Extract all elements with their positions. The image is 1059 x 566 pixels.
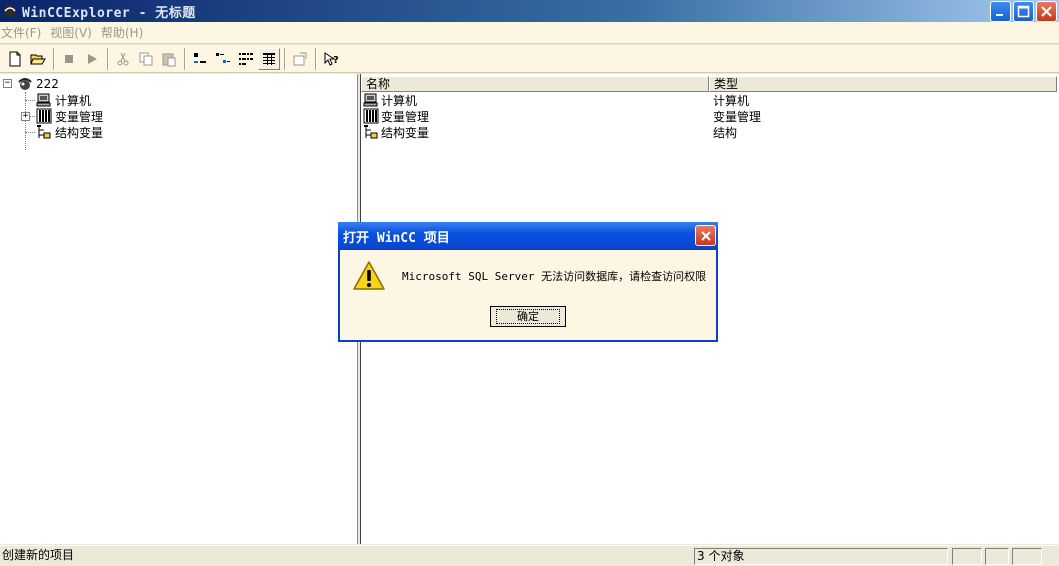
- ok-button-label: 确定: [496, 309, 560, 324]
- window-title: WinCCExplorer - 无标题: [22, 5, 196, 21]
- status-object-count: 3 个对象: [694, 548, 948, 565]
- copy-button[interactable]: [135, 48, 157, 70]
- copy-icon: [139, 52, 153, 65]
- dialog-close-button[interactable]: [695, 225, 716, 246]
- menu-view[interactable]: 视图(V): [49, 24, 100, 41]
- open-button[interactable]: [27, 48, 49, 70]
- minimize-button[interactable]: [990, 1, 1011, 22]
- help-icon: ?: [324, 51, 339, 66]
- tree-node-label: 变量管理: [55, 109, 104, 124]
- menu-file[interactable]: 文件(F): [0, 24, 49, 41]
- toolbar: ?: [0, 45, 1059, 73]
- maximize-button[interactable]: [1013, 1, 1034, 22]
- list-item[interactable]: 结构变量 结构: [363, 124, 1053, 140]
- paste-icon: [162, 53, 176, 66]
- title-bar[interactable]: WinCCExplorer - 无标题: [0, 0, 1059, 22]
- menu-bar: 文件(F) 视图(V) 帮助(H): [0, 22, 1059, 44]
- ok-button[interactable]: 确定: [490, 306, 566, 327]
- tree-line: [25, 100, 35, 101]
- status-message: 创建新的项目: [2, 548, 75, 562]
- help-button[interactable]: ?: [320, 48, 342, 70]
- tree-line: [30, 116, 35, 117]
- dialog-title-bar[interactable]: 打开 WinCC 项目: [338, 222, 718, 250]
- dialog-message: Microsoft SQL Server 无法访问数据库，请检查访问权限: [402, 270, 707, 283]
- minimize-icon: [996, 14, 1003, 16]
- svg-text:?: ?: [333, 55, 339, 66]
- status-panel: [985, 548, 1009, 565]
- tree-line: [25, 132, 35, 133]
- project-globe-icon: [18, 78, 32, 90]
- close-icon: [1041, 6, 1052, 17]
- details-view-button[interactable]: [258, 47, 280, 70]
- tree-node-label: 计算机: [55, 93, 92, 108]
- list-item-name: 计算机: [381, 93, 418, 108]
- toolbar-separator: [315, 47, 317, 70]
- tree-node-project[interactable]: 222: [17, 76, 59, 92]
- cut-icon: [117, 52, 129, 65]
- tree-node-label: 222: [36, 77, 59, 91]
- project-tree[interactable]: − 222 计算机 + 变量管理 结构变量: [0, 74, 358, 544]
- close-icon: [700, 230, 711, 241]
- list-item-name: 变量管理: [381, 109, 430, 124]
- large-icons-button[interactable]: [189, 48, 211, 70]
- tree-node-structure-tags[interactable]: 结构变量: [36, 124, 103, 140]
- list-view-button[interactable]: [235, 48, 257, 70]
- menu-help[interactable]: 帮助(H): [100, 24, 151, 41]
- stop-button[interactable]: [58, 48, 80, 70]
- stop-icon: [65, 54, 73, 63]
- cut-button[interactable]: [112, 48, 134, 70]
- structure-tag-icon: [364, 125, 378, 139]
- list-header: 名称 类型: [361, 76, 1057, 92]
- list-item-name: 结构变量: [381, 125, 430, 140]
- properties-icon: [293, 52, 307, 65]
- list-view-icon: [239, 52, 253, 65]
- close-button[interactable]: [1036, 1, 1057, 22]
- details-view-icon: [263, 52, 275, 65]
- list-item[interactable]: 变量管理 变量管理: [363, 108, 1053, 124]
- run-icon: [88, 53, 97, 64]
- paste-button[interactable]: [158, 48, 180, 70]
- toolbar-separator: [53, 47, 55, 70]
- properties-button[interactable]: [289, 48, 311, 70]
- toolbar-separator: [284, 47, 286, 70]
- warning-icon: [353, 261, 385, 290]
- status-panel: [952, 548, 982, 565]
- tree-node-tag-management[interactable]: 变量管理: [36, 108, 103, 124]
- tree-expand-toggle[interactable]: +: [21, 112, 30, 121]
- run-button[interactable]: [81, 48, 103, 70]
- open-icon: [30, 54, 46, 64]
- toolbar-separator: [107, 47, 109, 70]
- list-item[interactable]: 计算机 计算机: [363, 92, 1053, 108]
- new-icon: [9, 51, 21, 66]
- computer-icon: [36, 93, 51, 107]
- error-dialog: 打开 WinCC 项目 Microsoft SQL Server 无法访问数据库…: [338, 222, 718, 342]
- wincc-app-icon: [4, 5, 16, 17]
- tree-collapse-toggle[interactable]: −: [3, 79, 12, 88]
- column-header-type[interactable]: 类型: [709, 76, 1057, 92]
- tree-node-computer[interactable]: 计算机: [36, 92, 91, 108]
- toolbar-separator: [184, 47, 186, 70]
- tag-management-icon: [363, 108, 379, 124]
- status-bar: 创建新的项目 3 个对象: [0, 545, 1059, 566]
- small-icons-icon: [216, 52, 230, 63]
- list-item-type: 结构: [713, 125, 738, 140]
- new-button[interactable]: [4, 48, 26, 70]
- list-item-type: 变量管理: [713, 109, 762, 124]
- status-panel: [1012, 548, 1042, 565]
- maximize-icon: [1017, 5, 1030, 18]
- tree-node-label: 结构变量: [55, 125, 104, 140]
- tag-management-icon: [36, 108, 52, 124]
- structure-tag-icon: [37, 125, 51, 139]
- column-header-name[interactable]: 名称: [361, 76, 709, 92]
- list-item-type: 计算机: [713, 93, 750, 108]
- large-icons-icon: [194, 52, 206, 63]
- computer-icon: [363, 93, 378, 107]
- small-icons-button[interactable]: [212, 48, 234, 70]
- dialog-title: 打开 WinCC 项目: [343, 230, 450, 246]
